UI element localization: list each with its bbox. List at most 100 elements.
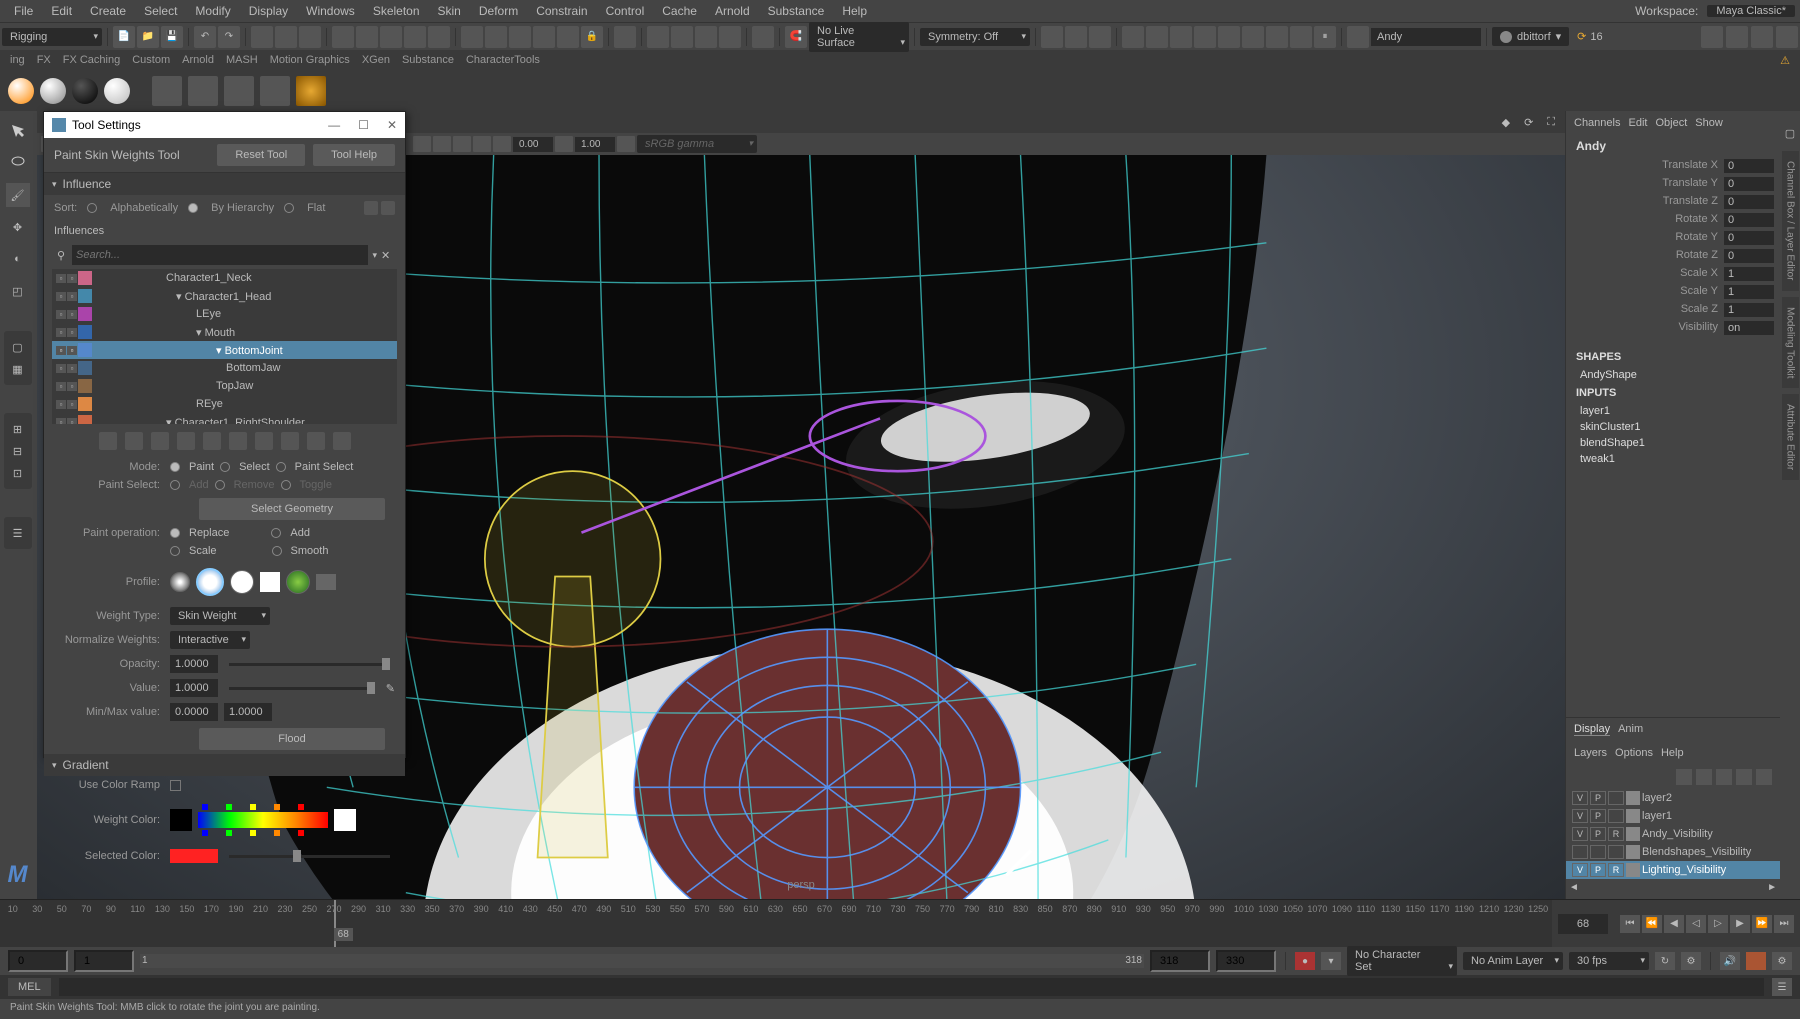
flood-button[interactable]: Flood: [199, 728, 385, 750]
history-icon[interactable]: [614, 26, 636, 48]
editor-icon-1[interactable]: [1122, 26, 1144, 48]
editor-icon-2[interactable]: [1146, 26, 1168, 48]
layer-ref-toggle[interactable]: [1608, 845, 1624, 859]
module-dropdown[interactable]: Rigging: [2, 28, 102, 46]
vert-tab-attribute[interactable]: Attribute Editor: [1782, 394, 1799, 480]
shelf-tab[interactable]: Custom: [132, 54, 170, 67]
input-link[interactable]: tweak1: [1566, 451, 1780, 467]
selected-color-swatch[interactable]: [170, 849, 218, 863]
rotate-tool-icon[interactable]: ◐: [6, 247, 30, 271]
toggle-icon-1[interactable]: [1041, 26, 1063, 48]
vp-misc-icon[interactable]: [493, 136, 511, 152]
lock-toggle[interactable]: ▫: [56, 382, 66, 391]
influence-color[interactable]: [78, 343, 92, 357]
layer-vis-toggle[interactable]: [1572, 845, 1588, 859]
gizmo-icon[interactable]: ◆: [1502, 116, 1510, 129]
shelf-material-icon[interactable]: [8, 78, 34, 104]
shelf-tool-icon[interactable]: [296, 76, 326, 106]
menu-deform[interactable]: Deform: [470, 4, 527, 18]
lock-toggle[interactable]: ▫: [56, 364, 66, 373]
menu-cache[interactable]: Cache: [653, 4, 706, 18]
layer-item[interactable]: Blendshapes_Visibility: [1566, 843, 1780, 861]
layer-vis-toggle[interactable]: V: [1572, 809, 1588, 823]
use-ramp-checkbox[interactable]: [170, 780, 181, 791]
inf-tool-icon[interactable]: [281, 432, 299, 450]
paint-tool-icon[interactable]: 🖌: [6, 183, 30, 207]
menu-control[interactable]: Control: [597, 4, 654, 18]
pause-icon[interactable]: ⏸: [1314, 26, 1336, 48]
play-forward-icon[interactable]: ▷: [1708, 915, 1728, 933]
attr-value[interactable]: 0: [1724, 177, 1774, 191]
shelf-tab[interactable]: Arnold: [182, 54, 214, 67]
shelf-tab[interactable]: ing: [10, 54, 25, 67]
filter-icon[interactable]: ⚲: [54, 249, 68, 262]
live-surface-dropdown[interactable]: No Live Surface: [809, 22, 909, 52]
right-panel-icon-4[interactable]: [1776, 26, 1798, 48]
command-input[interactable]: [59, 978, 1764, 996]
lock-toggle[interactable]: ▫: [67, 364, 77, 373]
input-link[interactable]: skinCluster1: [1566, 419, 1780, 435]
opacity-slider[interactable]: [229, 663, 390, 666]
new-scene-icon[interactable]: 📄: [113, 26, 135, 48]
shelf-tool-icon[interactable]: [224, 76, 254, 106]
attr-value[interactable]: 0: [1724, 159, 1774, 173]
outliner-icon[interactable]: ☰: [8, 523, 28, 543]
magnet-icon[interactable]: 🧲: [785, 26, 807, 48]
layer-playback-toggle[interactable]: P: [1590, 809, 1606, 823]
influence-item[interactable]: ▫▫Character1_Neck: [52, 269, 397, 287]
profile-gaussian[interactable]: [170, 572, 190, 592]
list-view-icon[interactable]: [381, 201, 395, 215]
range-end-field[interactable]: [1150, 950, 1210, 972]
step-forward-icon[interactable]: ▶: [1730, 915, 1750, 933]
window-minimize-icon[interactable]: —: [328, 118, 340, 132]
ramp-handle[interactable]: [226, 804, 232, 810]
inf-tool-icon[interactable]: [255, 432, 273, 450]
inf-tool-icon[interactable]: [333, 432, 351, 450]
attr-value[interactable]: 0: [1724, 231, 1774, 245]
radio[interactable]: [170, 546, 180, 556]
symmetry-dropdown[interactable]: Symmetry: Off: [920, 28, 1030, 46]
radio[interactable]: [220, 462, 230, 472]
snap-live-icon[interactable]: [557, 26, 579, 48]
select-multi-icon[interactable]: [428, 26, 450, 48]
influence-item[interactable]: ▫▫TopJaw: [52, 377, 397, 395]
value-slider[interactable]: [229, 687, 375, 690]
layer-ref-toggle[interactable]: R: [1608, 827, 1624, 841]
toggle-icon-3[interactable]: [1089, 26, 1111, 48]
po-opt[interactable]: Add: [290, 527, 310, 539]
layer-playback-toggle[interactable]: P: [1590, 791, 1606, 805]
layout-preset-icon[interactable]: ⊞: [8, 419, 28, 439]
range-start2-field[interactable]: [74, 950, 134, 972]
profile-browse-icon[interactable]: [316, 574, 336, 590]
radio[interactable]: [271, 528, 281, 538]
layer-playback-toggle[interactable]: P: [1590, 827, 1606, 841]
inf-tool-icon[interactable]: [177, 432, 195, 450]
expand-icon[interactable]: ⛶: [1547, 116, 1555, 129]
right-panel-icon-2[interactable]: [1726, 26, 1748, 48]
inf-tool-icon[interactable]: [307, 432, 325, 450]
scale-tool-icon[interactable]: ◰: [6, 279, 30, 303]
sort-option[interactable]: Flat: [307, 202, 325, 214]
menu-modify[interactable]: Modify: [186, 4, 239, 18]
render-view-icon[interactable]: [719, 26, 741, 48]
ramp-handle[interactable]: [274, 804, 280, 810]
step-forward-key-icon[interactable]: ⏩: [1752, 915, 1772, 933]
selected-color-slider[interactable]: [229, 855, 390, 858]
influence-color[interactable]: [78, 289, 92, 303]
menu-file[interactable]: File: [5, 4, 42, 18]
radio[interactable]: [170, 528, 180, 538]
influence-item[interactable]: ▫▫▾ BottomJoint: [52, 341, 397, 359]
layer-color-swatch[interactable]: [1626, 863, 1640, 877]
max-value-field[interactable]: [224, 703, 272, 721]
reset-tool-button[interactable]: Reset Tool: [217, 144, 305, 166]
sort-option[interactable]: By Hierarchy: [211, 202, 274, 214]
attr-value[interactable]: 0: [1724, 249, 1774, 263]
influence-item[interactable]: ▫▫REye: [52, 395, 397, 413]
input-link[interactable]: blendShape1: [1566, 435, 1780, 451]
weight-type-dropdown[interactable]: Skin Weight: [170, 607, 270, 625]
shelf-tab[interactable]: XGen: [362, 54, 390, 67]
editor-icon-3[interactable]: [1170, 26, 1192, 48]
radio[interactable]: [170, 462, 180, 472]
editor-icon-8[interactable]: [1290, 26, 1312, 48]
shelf-material-icon[interactable]: [104, 78, 130, 104]
